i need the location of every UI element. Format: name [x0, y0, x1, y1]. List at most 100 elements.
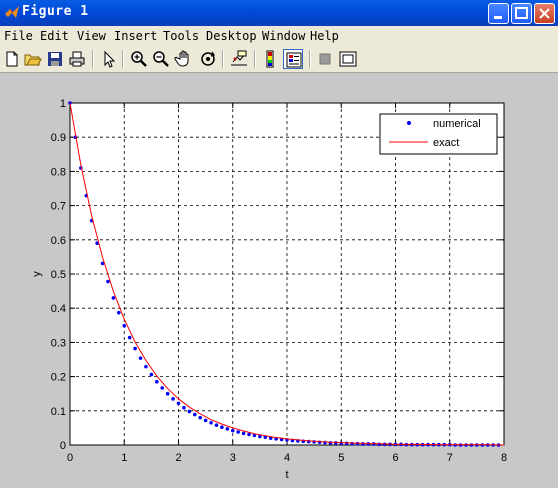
edit-plot-button[interactable]: [99, 49, 119, 69]
numerical-data-point: [182, 405, 186, 410]
x-tick-label: 6: [392, 452, 398, 464]
y-tick-label: 0.6: [51, 235, 66, 247]
numerical-data-point: [122, 323, 127, 328]
y-tick-label: 0.3: [51, 337, 66, 349]
y-tick-label: 0.5: [51, 269, 66, 281]
pointer-icon: [104, 50, 116, 68]
legend-label-exact: exact: [433, 137, 459, 149]
hide-plot-tools-button[interactable]: [315, 49, 335, 69]
rotate-3d-button[interactable]: [198, 49, 218, 69]
numerical-data-point: [144, 364, 148, 369]
open-icon: [24, 54, 42, 66]
print-figure-button[interactable]: [67, 49, 87, 69]
numerical-data-point: [138, 356, 143, 360]
figure-canvas: 0 1 2 3 4 5 6 7 8 0 0.1 0.2 0.3 0.4 0.5 0.6 0.7 0.8 0.9 1 t…: [31, 98, 507, 481]
hide-plot-tools-icon: [319, 53, 331, 65]
maximize-button[interactable]: [511, 3, 532, 24]
numerical-data-point: [230, 428, 235, 433]
numerical-data-point: [192, 412, 197, 417]
toolbar-separator: [92, 50, 94, 68]
x-tick-label: 4: [284, 452, 290, 464]
zoom-in-button[interactable]: [129, 49, 149, 69]
numerical-data-point: [155, 379, 159, 384]
open-file-button[interactable]: [23, 49, 43, 69]
colorbar-icon: [266, 50, 274, 68]
x-tick-label: 1: [121, 452, 127, 464]
menu-tools[interactable]: Tools: [163, 29, 199, 43]
y-tick-label: 0.7: [51, 201, 66, 213]
menu-view[interactable]: View: [77, 29, 106, 43]
numerical-data-point: [350, 441, 354, 446]
numerical-data-point: [133, 346, 137, 351]
y-tick-label: 0.2: [51, 372, 66, 384]
save-icon: [48, 52, 62, 66]
numerical-data-point: [171, 397, 175, 401]
y-tick-label: 0: [60, 440, 66, 452]
y-tick-label: 1: [60, 98, 66, 110]
numerical-data-point: [241, 431, 246, 436]
figure-toolbar: [0, 46, 558, 73]
x-tick-label: 5: [338, 452, 344, 464]
pan-button[interactable]: [174, 49, 194, 69]
window-title: Figure 1: [22, 4, 89, 19]
toolbar-separator: [222, 50, 224, 68]
numerical-data-point: [214, 423, 219, 427]
x-axis-label: t: [285, 469, 288, 481]
save-figure-button[interactable]: [45, 49, 65, 69]
numerical-data-point: [339, 441, 344, 446]
numerical-data-point: [106, 279, 110, 284]
y-tick-label: 0.8: [51, 166, 66, 178]
menu-help[interactable]: Help: [310, 29, 339, 43]
legend[interactable]: numerical exact: [379, 113, 498, 155]
numerical-data-point: [176, 401, 181, 406]
y-axis-label: y: [31, 271, 43, 277]
show-plot-tools-icon: [339, 51, 357, 67]
toolbar-separator: [309, 50, 311, 68]
title-bar[interactable]: Figure 1: [0, 0, 558, 26]
numerical-data-point: [127, 335, 132, 340]
numerical-data-point: [198, 415, 202, 420]
menu-file[interactable]: File: [4, 29, 33, 43]
legend-marker-numerical: [407, 121, 411, 125]
numerical-data-point: [160, 386, 165, 390]
print-icon: [69, 51, 85, 67]
minimize-button[interactable]: [488, 3, 509, 24]
numerical-data-point: [220, 425, 224, 430]
x-tick-label: 7: [447, 452, 453, 464]
close-button[interactable]: [534, 3, 555, 24]
rotate-icon: [201, 51, 216, 66]
y-tick-label: 0.4: [51, 303, 66, 315]
x-tick-label: 3: [230, 452, 236, 464]
toolbar-separator: [122, 50, 124, 68]
x-tick-label: 2: [175, 452, 181, 464]
menu-insert[interactable]: Insert: [114, 29, 157, 43]
data-cursor-icon: [231, 50, 247, 66]
numerical-data-point: [117, 310, 121, 315]
numerical-data-point: [225, 427, 230, 431]
y-tick-label: 0.1: [51, 406, 66, 418]
matlab-logo-icon: [5, 6, 19, 18]
numerical-data-point: [236, 430, 240, 434]
zoom-out-button[interactable]: [151, 49, 171, 69]
x-tick-label: 0: [67, 452, 73, 464]
menu-edit[interactable]: Edit: [40, 29, 69, 43]
insert-legend-button[interactable]: [283, 49, 303, 69]
legend-icon: [286, 52, 302, 68]
menu-desktop[interactable]: Desktop: [206, 29, 257, 43]
figure-window: Figure 1 File Edit View Insert Tools Des…: [0, 0, 558, 488]
new-figure-button[interactable]: [2, 49, 22, 69]
menu-window[interactable]: Window: [262, 29, 305, 43]
numerical-data-point: [187, 409, 192, 414]
numerical-data-point: [203, 418, 208, 423]
numerical-data-point: [149, 372, 154, 377]
y-tick-label: 0.9: [51, 132, 66, 144]
zoom-out-icon: [153, 51, 169, 67]
close-icon: [539, 8, 550, 19]
insert-colorbar-button[interactable]: [260, 49, 280, 69]
data-cursor-button[interactable]: [229, 49, 249, 69]
x-tick-label: 8: [501, 452, 507, 464]
zoom-in-icon: [131, 51, 147, 67]
numerical-data-point: [209, 420, 213, 425]
numerical-data-point: [361, 442, 365, 446]
show-plot-tools-button[interactable]: [338, 49, 358, 69]
